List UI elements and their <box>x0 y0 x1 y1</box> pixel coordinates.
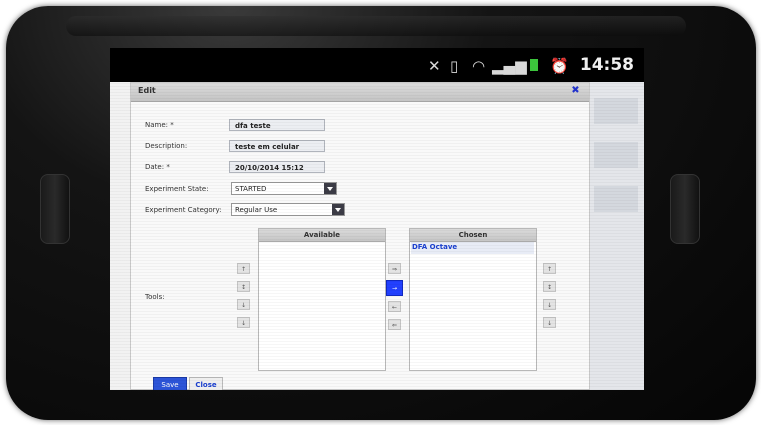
chosen-move-up-button[interactable]: ↑ <box>543 263 556 274</box>
phone-bezel <box>66 16 686 36</box>
available-sort-button[interactable]: ↕ <box>237 281 250 292</box>
battery-icon <box>530 59 538 71</box>
edit-dialog: Edit ✖ Name: * dfa teste Description: te… <box>130 82 590 390</box>
description-label: Description: <box>145 142 188 150</box>
app-viewport: Edit ✖ Name: * dfa teste Description: te… <box>110 82 644 390</box>
move-right-button[interactable]: → <box>386 280 403 296</box>
phone-frame: ✕ ▯ ◠ ▂▄▆ ⏰ 14:58 Edit ✖ Name: * dfa tes… <box>6 6 756 420</box>
move-all-left-button[interactable]: ⇐ <box>388 319 401 330</box>
alarm-icon: ⏰ <box>550 57 569 75</box>
wifi-icon: ◠ <box>472 57 486 75</box>
experiment-state-label: Experiment State: <box>145 185 209 193</box>
background-block <box>594 98 638 124</box>
description-field[interactable]: teste em celular <box>229 140 325 152</box>
phone-home-button[interactable] <box>670 174 700 244</box>
close-icon[interactable]: ✖ <box>570 85 581 96</box>
name-field[interactable]: dfa teste <box>229 119 325 131</box>
available-move-up-button[interactable]: ↑ <box>237 263 250 274</box>
close-button[interactable]: Close <box>189 377 223 390</box>
background-block <box>594 142 638 168</box>
phone-side-speaker <box>40 174 70 244</box>
mute-icon: ✕ <box>428 57 441 75</box>
name-label: Name: * <box>145 121 174 129</box>
chevron-down-icon[interactable] <box>324 183 336 194</box>
chosen-move-bottom-button[interactable]: ↓ <box>543 317 556 328</box>
chosen-sort-button[interactable]: ↕ <box>543 281 556 292</box>
experiment-category-label: Experiment Category: <box>145 206 222 214</box>
experiment-state-select[interactable]: STARTED <box>231 182 337 195</box>
chosen-list[interactable]: Chosen DFA Octave <box>409 228 537 371</box>
background-page-panel <box>588 82 644 390</box>
chosen-move-down-button[interactable]: ↓ <box>543 299 556 310</box>
list-item[interactable]: DFA Octave <box>412 243 457 251</box>
experiment-category-select[interactable]: Regular Use <box>231 203 345 216</box>
status-time: 14:58 <box>579 55 634 75</box>
available-move-bottom-button[interactable]: ↓ <box>237 317 250 328</box>
tools-label: Tools: <box>145 293 165 301</box>
chevron-down-icon[interactable] <box>332 204 344 215</box>
phone-screen: ✕ ▯ ◠ ▂▄▆ ⏰ 14:58 Edit ✖ Name: * dfa tes… <box>110 48 644 390</box>
dialog-titlebar[interactable]: Edit ✖ <box>131 83 589 102</box>
chosen-list-header: Chosen <box>410 229 536 242</box>
date-label: Date: * <box>145 163 170 171</box>
available-move-down-button[interactable]: ↓ <box>237 299 250 310</box>
vibrate-icon: ▯ <box>450 57 459 75</box>
experiment-state-value: STARTED <box>235 185 267 193</box>
experiment-category-value: Regular Use <box>235 206 278 214</box>
available-list[interactable]: Available <box>258 228 386 371</box>
status-bar: ✕ ▯ ◠ ▂▄▆ ⏰ 14:58 <box>110 48 644 82</box>
signal-icon: ▂▄▆ <box>492 57 527 75</box>
background-block <box>594 186 638 212</box>
available-list-header: Available <box>259 229 385 242</box>
move-all-right-button[interactable]: ⇒ <box>388 263 401 274</box>
save-button[interactable]: Save <box>153 377 187 390</box>
dialog-title: Edit <box>138 86 156 95</box>
date-field[interactable]: 20/10/2014 15:12 <box>229 161 325 173</box>
move-left-button[interactable]: ← <box>388 301 401 312</box>
